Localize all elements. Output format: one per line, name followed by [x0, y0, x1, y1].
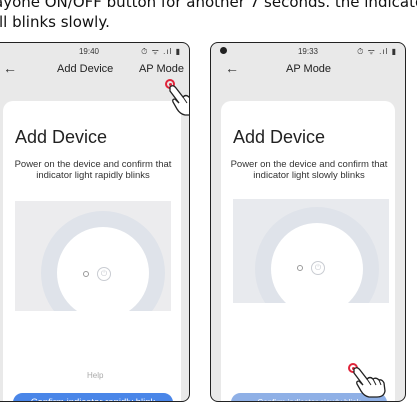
status-icons: ⏱ ᯤ .ıl ▮: [357, 47, 397, 56]
hand-pointer-icon: [169, 85, 189, 116]
power-icon: ⏻: [311, 261, 325, 275]
nav-title: Add Device: [57, 63, 114, 75]
phone-screen-rapid-blink: 19:40 ⏱ ᯤ .ıl ▮ ← Add Device AP Mode Add…: [0, 42, 190, 402]
add-device-card: Add Device Power on the device and confi…: [221, 101, 395, 401]
add-device-card: Add Device Power on the device and confi…: [3, 101, 181, 401]
card-title: Add Device: [233, 127, 326, 147]
device-illustration: ⏻: [15, 201, 171, 311]
device-illustration: ⏻: [233, 199, 389, 303]
instruction-text: Power on the device and confirm that ind…: [230, 159, 388, 181]
nav-title: AP Mode: [286, 63, 332, 75]
instruction-text: Power on the device and confirm that ind…: [14, 159, 172, 181]
indicator-light-icon: [297, 265, 303, 271]
nav-bar: ← AP Mode: [211, 59, 405, 81]
ap-mode-link[interactable]: AP Mode: [139, 63, 184, 75]
back-arrow-icon[interactable]: ←: [3, 60, 17, 76]
card-title: Add Device: [15, 127, 108, 147]
phone-screen-slow-blink: 19:33 ⏱ ᯤ .ıl ▮ ← AP Mode Add Device Pow…: [210, 42, 406, 402]
status-bar: 19:33 ⏱ ᯤ .ıl ▮: [211, 43, 405, 59]
hand-pointer-icon: [353, 367, 386, 398]
caption-line-2: ll blinks slowly.: [0, 13, 110, 31]
instruction-caption: ayone ON/OFF button for another 7 second…: [0, 0, 417, 40]
back-arrow-icon[interactable]: ←: [225, 60, 239, 76]
confirm-rapid-blink-button[interactable]: Confirm indicator rapidly blink: [13, 393, 173, 401]
help-link[interactable]: Help: [87, 371, 103, 380]
nav-bar: ← Add Device AP Mode: [0, 59, 189, 81]
indicator-light-icon: [83, 271, 89, 277]
status-icons: ⏱ ᯤ .ıl ▮: [141, 47, 181, 56]
caption-line-1: ayone ON/OFF button for another 7 second…: [0, 0, 417, 11]
status-bar: 19:40 ⏱ ᯤ .ıl ▮: [0, 43, 189, 59]
power-icon: ⏻: [97, 267, 111, 281]
